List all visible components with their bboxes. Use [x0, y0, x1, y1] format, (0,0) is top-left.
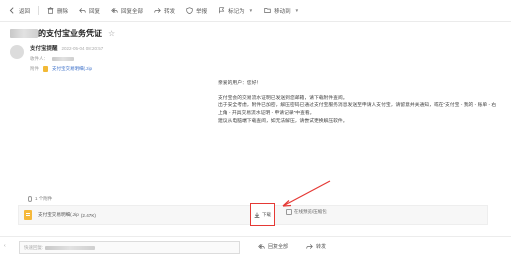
forward-button[interactable]: 转发: [154, 7, 175, 15]
bottom-forward-label: 转发: [316, 244, 327, 250]
sender-time: 2022-05-04 08:20:57: [61, 45, 104, 51]
move-to-label: 移动到: [274, 8, 291, 15]
download-icon: [254, 212, 260, 218]
greeting: 亲爱的用户：您好！: [218, 81, 262, 86]
delete-label: 删除: [57, 8, 69, 15]
body-paragraph-1: 支付宝会的交易流水证明已发送到您邮箱，请下载附件查阅。: [218, 95, 348, 101]
redacted-recipient: [45, 245, 96, 250]
forward-label: 转发: [164, 8, 176, 15]
preview-label: 在线预览/压缩包: [294, 209, 327, 214]
download-button[interactable]: 下载: [250, 203, 275, 226]
attachment-label: 附件: [30, 66, 39, 71]
shield-icon: [186, 7, 193, 15]
reply-all-button[interactable]: 回复全部: [111, 7, 143, 15]
sender-block: 支付宝提醒 2022-05-04 08:20:57 收件人： 附件 支付宝交易明…: [10, 44, 103, 72]
sender-name[interactable]: 支付宝提醒: [30, 44, 58, 52]
arrow-left-icon: [9, 7, 16, 14]
toolbar: 返回 删除 回复 回复全部 转发 举报 标记为 ▼ 移动到 ▼: [0, 0, 511, 22]
body-paragraph-3: 建议从电脑端下载查阅，如无法解压，请尝试更换解压软件。: [218, 118, 348, 124]
mail-subject: 的支付宝业务凭证: [38, 29, 102, 38]
redacted-name: [10, 29, 38, 38]
attachment-file-name[interactable]: 支付宝交易明细(.zip: [38, 212, 79, 218]
delete-button[interactable]: 删除: [47, 7, 68, 15]
chevron-down-icon: ▼: [294, 8, 300, 13]
trash-icon: [47, 7, 54, 14]
report-label: 举报: [196, 8, 208, 15]
bottom-actions: 回复全部 转发: [258, 243, 326, 250]
forward-icon: [306, 244, 313, 249]
flag-icon: [218, 7, 225, 14]
download-label: 下载: [262, 211, 271, 217]
zip-file-icon: [24, 210, 32, 220]
reply-all-label: 回复全部: [121, 8, 144, 15]
mark-as-dropdown[interactable]: 标记为 ▼: [218, 7, 253, 15]
mail-subject-row: 的支付宝业务凭证 ☆: [10, 28, 115, 39]
preview-icon: [286, 209, 292, 215]
bottom-forward-button[interactable]: 转发: [306, 243, 326, 250]
reply-icon: [79, 7, 86, 14]
report-button[interactable]: 举报: [186, 7, 207, 15]
chevron-down-icon: ▼: [248, 8, 254, 13]
attachments-header: 1 个附件: [28, 196, 52, 202]
recipient-label: 收件人：: [30, 56, 48, 61]
redacted-recipient: [52, 57, 74, 61]
preview-button[interactable]: 在线预览/压缩包: [286, 209, 327, 215]
pager-arrow-icon[interactable]: ‹: [4, 243, 6, 249]
body-paragraph-2: 出于安全考虑，附件已加密，解压密码已通过支付宝服务消息发送至申请人支付宝，请留意…: [218, 103, 497, 117]
move-to-dropdown[interactable]: 移动到 ▼: [264, 7, 299, 15]
attachment-file-size: (2.47K): [80, 212, 96, 218]
paperclip-icon: [28, 196, 32, 202]
quick-reply-placeholder: 快速回复:: [24, 244, 44, 250]
quick-reply-input[interactable]: 快速回复:: [19, 241, 240, 254]
bottom-reply-all-label: 回复全部: [268, 244, 289, 250]
reply-button[interactable]: 回复: [79, 7, 100, 15]
folder-icon: [264, 7, 271, 14]
toolbar-divider: [38, 6, 40, 15]
attachments-count: 1 个附件: [35, 196, 53, 201]
star-icon[interactable]: ☆: [108, 29, 115, 38]
back-label: 返回: [19, 8, 31, 15]
avatar: [10, 45, 24, 59]
back-button[interactable]: 返回: [9, 7, 30, 15]
mail-body: 亲爱的用户：您好！ 支付宝会的交易流水证明已发送到您邮箱，请下载附件查阅。 出于…: [218, 80, 498, 126]
bottom-reply-all-button[interactable]: 回复全部: [258, 243, 288, 250]
reply-all-icon: [258, 244, 265, 249]
file-icon: [43, 66, 48, 72]
reply-all-icon: [111, 7, 118, 14]
mark-as-label: 标记为: [228, 8, 245, 15]
reply-label: 回复: [89, 8, 101, 15]
forward-icon: [154, 7, 161, 14]
attachment-link[interactable]: 支付宝交易明细(.zip: [52, 66, 92, 72]
